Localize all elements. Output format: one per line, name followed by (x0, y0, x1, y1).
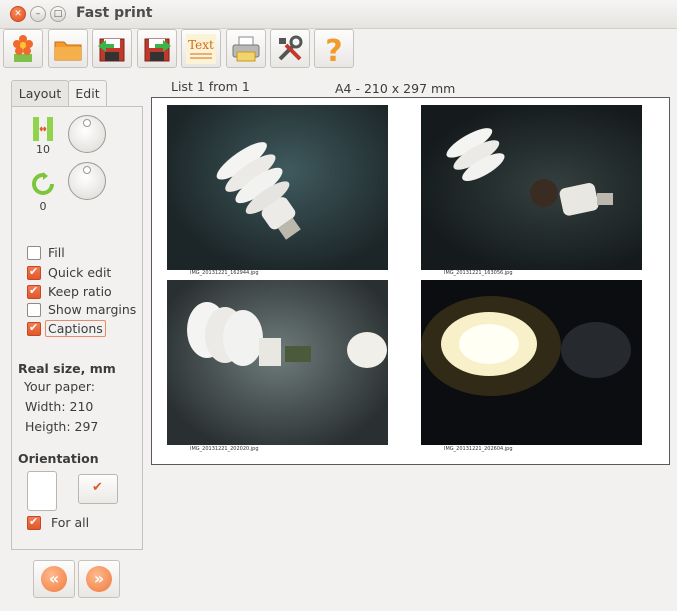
forward-arrow-icon: » (86, 566, 112, 592)
window-title: Fast print (76, 5, 153, 21)
flower-button[interactable] (3, 29, 43, 68)
keep-ratio-checkbox[interactable] (27, 284, 41, 299)
next-button[interactable]: » (78, 560, 120, 598)
paper-height-label: Heigth: 297 (25, 419, 99, 434)
settings-icon (278, 35, 303, 61)
photo-3-image (187, 302, 387, 368)
photo-3[interactable] (167, 280, 388, 445)
close-window-button[interactable]: ✕ (10, 6, 26, 22)
previous-button[interactable]: « (33, 560, 75, 598)
settings-button[interactable] (270, 29, 310, 68)
captions-label: Captions (45, 320, 106, 337)
printer-icon (232, 36, 260, 62)
minimize-window-button[interactable]: – (30, 6, 46, 22)
photo-4-image (421, 296, 631, 396)
fill-label: Fill (48, 245, 65, 260)
rotate-icon (32, 172, 54, 195)
photo-3-caption: IMG_20131221_202020.jpg (190, 446, 259, 452)
fill-checkbox[interactable] (27, 246, 41, 260)
tab-layout[interactable]: Layout (11, 80, 69, 107)
photo-1-caption: IMG_20131221_162944.jpg (190, 270, 259, 276)
print-button[interactable] (226, 29, 266, 68)
landscape-orientation-button[interactable]: ✔ (78, 474, 118, 504)
paper-size-label: A4 - 210 x 297 mm (335, 81, 456, 96)
captions-checkbox[interactable] (27, 321, 41, 336)
for-all-checkbox[interactable] (27, 515, 41, 530)
title-bar: ✕ – □ Fast print (0, 0, 677, 29)
photo-2[interactable] (421, 105, 642, 270)
real-size-heading: Real size, mm (18, 361, 116, 376)
text-icon-label: Text (188, 38, 214, 52)
rotation-value: 0 (39, 200, 47, 213)
folder-icon (54, 41, 82, 61)
quick-edit-checkbox[interactable] (27, 265, 41, 280)
open-folder-button[interactable] (48, 29, 88, 68)
save-as-button[interactable] (137, 29, 177, 68)
rotation-dial[interactable] (68, 162, 106, 200)
show-margins-label: Show margins (48, 302, 137, 317)
print-preview-page[interactable]: IMG_20131221_162944.jpg IMG_20131221_163… (151, 97, 670, 465)
back-arrow-icon: « (41, 566, 67, 592)
photo-2-caption: IMG_20131221_163056.jpg (444, 270, 513, 276)
photo-1-image (216, 142, 301, 240)
quick-edit-label: Quick edit (48, 265, 112, 280)
photo-4-caption: IMG_20131221_202604.jpg (444, 446, 513, 452)
for-all-label: For all (51, 515, 90, 530)
keep-ratio-label: Keep ratio (48, 284, 112, 299)
your-paper-label: Your paper: (24, 379, 96, 394)
photo-4[interactable] (421, 280, 642, 445)
spacing-dial[interactable] (68, 115, 106, 153)
page-counter: List 1 from 1 (171, 79, 250, 94)
spacing-icon (33, 117, 53, 141)
text-button[interactable]: Text (181, 29, 221, 68)
save-as-icon (144, 38, 171, 62)
maximize-window-button[interactable]: □ (50, 6, 66, 22)
toolbar: Text ? (0, 28, 677, 68)
svg-text:?: ? (325, 34, 342, 64)
help-button[interactable]: ? (314, 29, 354, 68)
photo-1[interactable] (167, 105, 388, 270)
spacing-value: 10 (36, 143, 50, 156)
checkmark-icon: ✔ (92, 480, 103, 495)
show-margins-checkbox[interactable] (27, 303, 41, 317)
help-icon: ? (325, 34, 342, 64)
save-button[interactable] (92, 29, 132, 68)
flower-icon (13, 35, 33, 62)
photo-2-image (446, 128, 613, 216)
save-icon (98, 38, 125, 62)
text-icon: Text (186, 34, 216, 64)
portrait-orientation-button[interactable] (27, 471, 57, 511)
paper-width-label: Width: 210 (25, 399, 94, 414)
orientation-heading: Orientation (18, 451, 99, 466)
tab-edit[interactable]: Edit (68, 80, 107, 108)
